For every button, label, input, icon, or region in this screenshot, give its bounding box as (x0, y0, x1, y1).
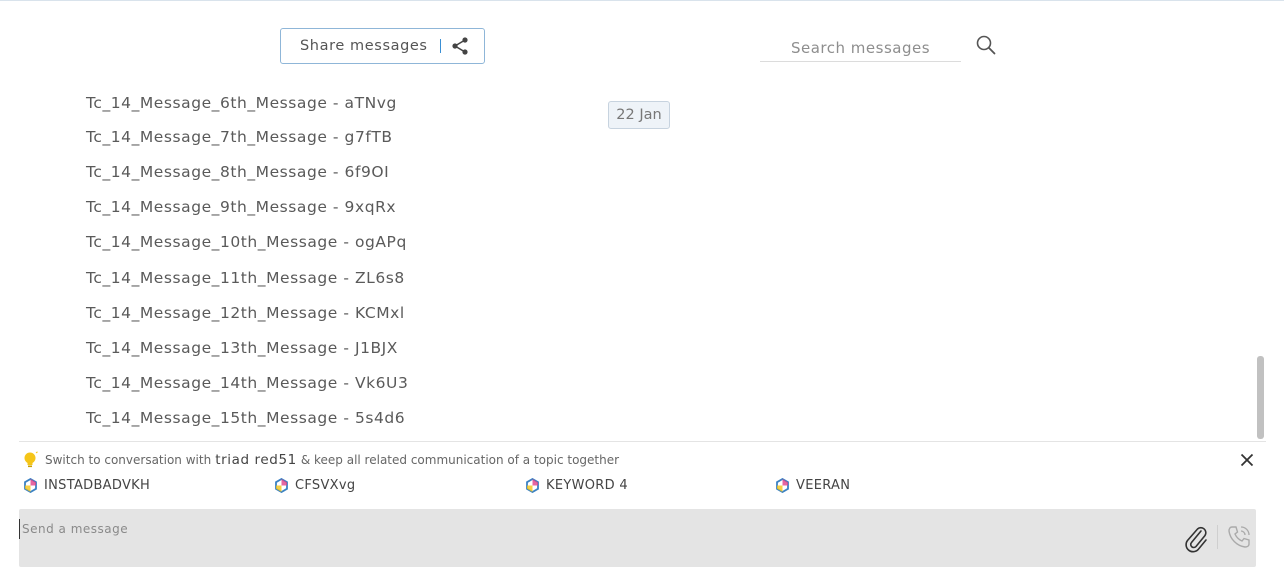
message-item: Tc_14_Message_14th_Message - Vk6U3 (86, 374, 409, 392)
message-item: Tc_14_Message_6th_Message - aTNvg (86, 94, 397, 112)
message-item: Tc_14_Message_8th_Message - 6f9OI (86, 163, 390, 181)
lightbulb-icon (23, 451, 39, 469)
message-item: Tc_14_Message_10th_Message - ogAPq (86, 233, 407, 251)
hexagon-icon (525, 477, 540, 494)
phone-icon[interactable] (1226, 524, 1252, 550)
hexagon-icon (23, 477, 38, 494)
message-item: Tc_14_Message_12th_Message - KCMxl (86, 304, 405, 322)
share-icon (450, 36, 470, 56)
paperclip-icon[interactable] (1182, 523, 1210, 553)
message-item: Tc_14_Message_11th_Message - ZL6s8 (86, 269, 405, 287)
share-divider (439, 39, 441, 53)
suggestion-chip-label: CFSVXvg (295, 478, 356, 493)
suggestion-chip-label: INSTADBADVKH (44, 478, 151, 493)
suggestion-suffix: & keep all related communication of a to… (300, 453, 620, 467)
share-messages-label: Share messages (300, 38, 428, 54)
search-icon[interactable] (975, 34, 997, 56)
suggestion-chip[interactable]: KEYWORD 4 (525, 477, 628, 494)
top-divider (0, 0, 1284, 1)
suggestion-chip[interactable]: VEERAN (775, 477, 851, 494)
date-separator-chip: 22 Jan (608, 101, 670, 129)
search-area (760, 30, 1000, 64)
suggestion-text: Switch to conversation with triad red51 … (23, 451, 619, 469)
message-item: Tc_14_Message_13th_Message - J1BJX (86, 339, 398, 357)
message-item: Tc_14_Message_9th_Message - 9xqRx (86, 198, 397, 216)
search-input[interactable] (760, 34, 961, 62)
suggestion-chip-label: VEERAN (796, 478, 851, 493)
suggestion-prefix: Switch to conversation with (45, 453, 212, 467)
conversation-suggestion-bar: Switch to conversation with triad red51 … (19, 441, 1266, 503)
message-item: Tc_14_Message_15th_Message - 5s4d6 (86, 409, 406, 427)
message-item: Tc_14_Message_7th_Message - g7fTB (86, 128, 393, 146)
message-composer (19, 509, 1256, 567)
suggestion-chip-label: KEYWORD 4 (546, 478, 628, 493)
message-scrollbar[interactable] (1257, 356, 1264, 439)
composer-divider (1217, 525, 1218, 549)
suggestion-chip[interactable]: CFSVXvg (274, 477, 356, 494)
message-list: Tc_14_Message_6th_Message - aTNvg Tc_14_… (0, 86, 1258, 438)
suggestion-chip[interactable]: INSTADBADVKH (23, 477, 151, 494)
suggested-contact-name[interactable]: triad red51 (215, 452, 297, 468)
hexagon-icon (274, 477, 289, 494)
hexagon-icon (775, 477, 790, 494)
close-icon[interactable] (1239, 452, 1255, 468)
share-messages-button[interactable]: Share messages (280, 28, 485, 64)
message-input[interactable] (19, 519, 1169, 539)
